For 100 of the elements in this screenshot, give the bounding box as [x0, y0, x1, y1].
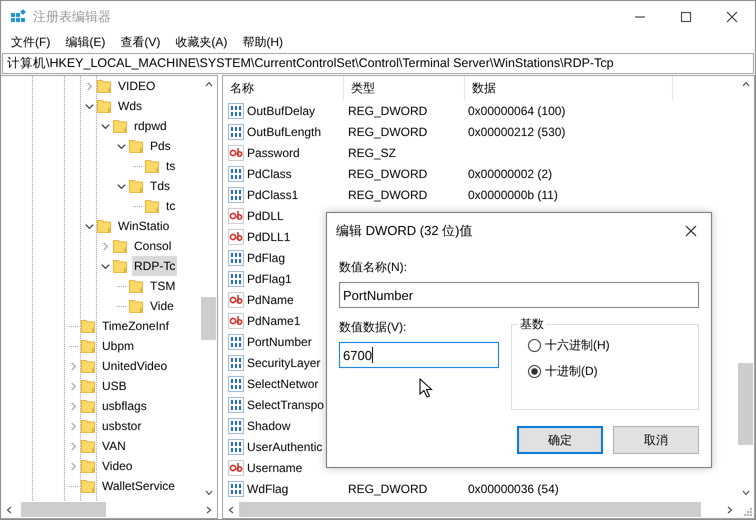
tree-item[interactable]: ts: [164, 156, 178, 176]
value-name[interactable]: OutBufLength: [247, 124, 322, 138]
menu-item[interactable]: 帮助(H): [236, 34, 289, 50]
binary-value-icon: [228, 102, 244, 118]
tree-item[interactable]: UnitedVideo: [100, 356, 170, 376]
scroll-down-icon[interactable]: [742, 489, 750, 497]
binary-value-icon: [228, 124, 244, 140]
value-name[interactable]: PdClass1: [247, 188, 298, 202]
tree-item[interactable]: TSM: [148, 276, 178, 296]
radio-button[interactable]: [528, 338, 541, 352]
tree-item[interactable]: VAN: [100, 436, 128, 456]
value-name[interactable]: Username: [247, 460, 302, 474]
menu-item[interactable]: 收藏夹(A): [169, 34, 234, 50]
binary-value-icon: [228, 438, 244, 454]
value-name[interactable]: PdFlag: [247, 250, 286, 264]
tree-item[interactable]: usbstor: [100, 416, 144, 436]
tree-item[interactable]: Consol: [132, 236, 174, 256]
maximize-icon: [680, 10, 692, 22]
collapse-chevron-icon[interactable]: [116, 142, 126, 150]
input-field[interactable]: 6700: [339, 342, 499, 368]
tree-item[interactable]: Ubpm: [100, 336, 136, 356]
menu-item[interactable]: 编辑(E): [59, 34, 112, 50]
value-name[interactable]: PdName1: [247, 314, 300, 328]
ok-button[interactable]: 确定: [517, 426, 603, 454]
tree-item[interactable]: Wds: [116, 96, 144, 116]
scroll-left-icon[interactable]: [5, 506, 13, 514]
tree-item[interactable]: Vide: [148, 296, 176, 316]
dialog-title: 编辑 DWORD (32 位)值: [336, 222, 474, 240]
column-header[interactable]: 名称: [223, 76, 344, 100]
value-name[interactable]: PdDLL: [247, 208, 284, 222]
collapse-chevron-icon[interactable]: [116, 182, 126, 190]
value-name[interactable]: SelectNetwor: [247, 376, 318, 390]
scroll-right-icon[interactable]: [726, 506, 734, 514]
collapse-chevron-icon[interactable]: [84, 222, 94, 230]
field-label: 数值名称(N):: [339, 259, 407, 276]
menu-item[interactable]: 查看(V): [114, 34, 166, 50]
mouse-pointer-icon: [419, 378, 433, 398]
tree-item[interactable]: Tds: [148, 176, 172, 196]
tree-item[interactable]: VIDEO: [116, 76, 158, 96]
value-data: 0x00000036 (54): [468, 482, 559, 496]
value-name[interactable]: UserAuthentic: [247, 440, 322, 454]
folder-icon: [96, 98, 112, 114]
folder-icon: [112, 238, 128, 254]
app-icon: [10, 8, 26, 24]
group-title: 基数: [518, 315, 546, 333]
column-header[interactable]: 类型: [344, 76, 465, 100]
collapse-chevron-icon[interactable]: [100, 122, 110, 130]
folder-icon: [80, 438, 96, 454]
tree-item[interactable]: WinStatio: [116, 216, 172, 236]
value-name[interactable]: SecurityLayer: [247, 356, 320, 370]
tree-item[interactable]: WalletService: [100, 476, 177, 496]
radio-button[interactable]: [528, 364, 541, 378]
binary-value-icon: [228, 480, 244, 496]
folder-icon: [128, 278, 144, 294]
tree-item[interactable]: tc: [164, 196, 178, 216]
tree-item[interactable]: usbflags: [100, 396, 149, 416]
value-name[interactable]: OutBufDelay: [247, 104, 316, 118]
value-name[interactable]: PdClass: [247, 166, 292, 180]
string-value-icon: [228, 292, 244, 308]
value-data: 0x00000002 (2): [468, 166, 552, 180]
value-name[interactable]: PdDLL1: [247, 230, 290, 244]
input-field[interactable]: PortNumber: [339, 282, 699, 308]
tree-item[interactable]: rdpwd: [132, 116, 169, 136]
value-name[interactable]: Password: [247, 146, 300, 160]
scroll-up-icon[interactable]: [742, 80, 750, 88]
cancel-button[interactable]: 取消: [613, 426, 699, 454]
binary-value-icon: [228, 166, 244, 182]
folder-icon: [144, 198, 160, 214]
folder-icon: [80, 338, 96, 354]
scrollbar-thumb[interactable]: [738, 363, 753, 445]
tree-item[interactable]: Pds: [148, 136, 173, 156]
binary-value-icon: [228, 334, 244, 350]
scrollbar-thumb[interactable]: [239, 502, 701, 517]
menu-item[interactable]: 文件(F): [5, 34, 56, 50]
value-name[interactable]: PdFlag1: [247, 272, 292, 286]
collapse-chevron-icon[interactable]: [100, 262, 110, 270]
tree-item[interactable]: TimeZoneInf: [100, 316, 171, 336]
scrollbar-thumb[interactable]: [201, 297, 216, 340]
tree-item[interactable]: Video: [100, 456, 134, 476]
scroll-right-icon[interactable]: [205, 506, 213, 514]
tree-item[interactable]: RDP-Tc: [132, 256, 178, 276]
tree-item[interactable]: USB: [100, 376, 129, 396]
value-name[interactable]: PdName: [247, 292, 294, 306]
binary-value-icon: [228, 418, 244, 434]
scroll-left-icon[interactable]: [227, 506, 235, 514]
scroll-down-icon[interactable]: [205, 489, 213, 497]
binary-value-icon: [228, 250, 244, 266]
scrollbar-thumb[interactable]: [21, 502, 106, 517]
address-field[interactable]: 计算机\HKEY_LOCAL_MACHINE\SYSTEM\CurrentControlSet\Control\Terminal Server\WinStations\RDP-Tcp: [2, 53, 754, 74]
folder-icon: [144, 158, 160, 174]
folder-icon: [96, 218, 112, 234]
value-name[interactable]: WdFlag: [247, 482, 288, 496]
scroll-up-icon[interactable]: [205, 80, 213, 88]
folder-icon: [112, 258, 128, 274]
collapse-chevron-icon[interactable]: [84, 102, 94, 110]
value-name[interactable]: SelectTranspo: [247, 398, 324, 412]
close-icon: [685, 225, 697, 237]
value-name[interactable]: PortNumber: [247, 334, 312, 348]
value-name[interactable]: Shadow: [247, 418, 290, 432]
column-header[interactable]: 数据: [465, 76, 673, 100]
